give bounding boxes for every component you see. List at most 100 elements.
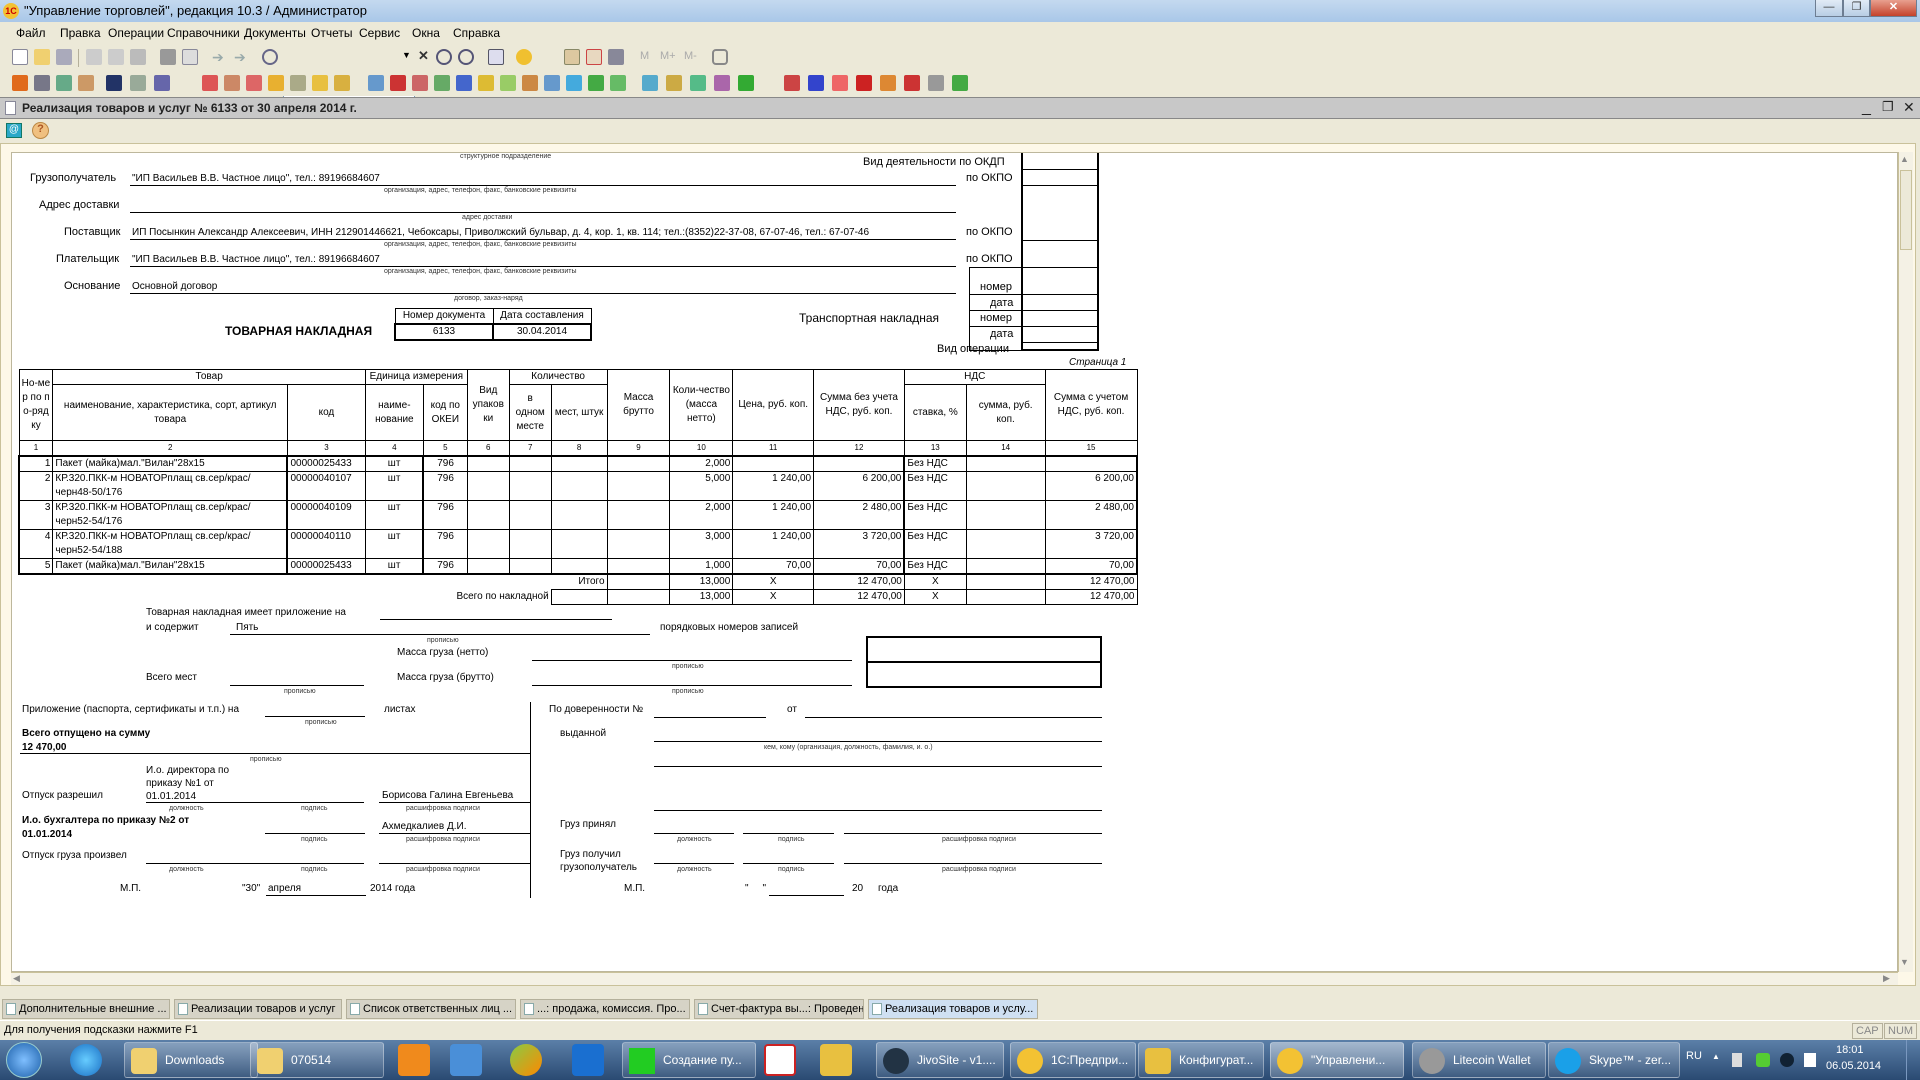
network-icon[interactable] xyxy=(1732,1053,1742,1067)
mail-at-icon[interactable] xyxy=(572,1044,604,1076)
calendar-icon[interactable] xyxy=(586,49,602,65)
yandex-icon[interactable] xyxy=(764,1044,796,1076)
print-preview-icon[interactable] xyxy=(182,49,198,65)
doc-money-icon[interactable] xyxy=(500,75,516,91)
user-lock-icon[interactable] xyxy=(608,49,624,65)
ie-icon[interactable] xyxy=(70,1044,102,1076)
sum-user3-icon[interactable] xyxy=(832,75,848,91)
taskbar-downloads[interactable]: Downloads xyxy=(124,1042,258,1078)
menu-windows[interactable]: Окна xyxy=(412,26,440,40)
coins3-icon[interactable] xyxy=(334,75,350,91)
buyer-icon[interactable] xyxy=(202,75,218,91)
sum-list-icon[interactable] xyxy=(928,75,944,91)
taskbar-jivosite[interactable]: JivoSite - v1.... xyxy=(876,1042,1004,1078)
memory-mplus-button[interactable]: M+ xyxy=(660,50,676,62)
doc-move-icon[interactable] xyxy=(434,75,450,91)
coins-check-icon[interactable] xyxy=(610,75,626,91)
info-icon[interactable] xyxy=(516,49,532,65)
sum-flag3-icon[interactable] xyxy=(904,75,920,91)
scroll-right-arrow[interactable]: ▶ xyxy=(1883,973,1890,984)
language-indicator[interactable]: RU xyxy=(1686,1050,1702,1062)
doc-transfer-icon[interactable] xyxy=(522,75,538,91)
find-prev-icon[interactable] xyxy=(458,49,474,65)
menu-reports[interactable]: Отчеты xyxy=(311,26,352,40)
printer-doc3-icon[interactable] xyxy=(78,75,94,91)
memory-mminus-button[interactable]: M- xyxy=(684,50,697,62)
doc-move2-icon[interactable] xyxy=(456,75,472,91)
sum-flag2-icon[interactable] xyxy=(880,75,896,91)
menu-documents[interactable]: Документы xyxy=(244,26,306,40)
window-tab[interactable]: Дополнительные внешние ... xyxy=(2,999,170,1019)
save-icon[interactable] xyxy=(56,49,72,65)
app-leaf-icon[interactable] xyxy=(510,1044,542,1076)
cut-icon[interactable] xyxy=(86,49,102,65)
coins-icon[interactable] xyxy=(268,75,284,91)
taskbar-app[interactable]: Создание пу... xyxy=(622,1042,756,1078)
structure-icon[interactable] xyxy=(738,75,754,91)
odnoklassniki-icon[interactable] xyxy=(398,1044,430,1076)
window-tab[interactable]: Список ответственных лиц ... xyxy=(346,999,516,1019)
doc-user-icon[interactable] xyxy=(714,75,730,91)
action-center-flag-icon[interactable] xyxy=(1804,1053,1816,1067)
doc-coins2-icon[interactable] xyxy=(666,75,682,91)
cabinet-icon[interactable] xyxy=(12,75,28,91)
find-next-icon[interactable] xyxy=(436,49,452,65)
scroll-left-arrow[interactable]: ◀ xyxy=(13,973,20,984)
help-icon[interactable]: ? xyxy=(32,122,49,139)
new-document-icon[interactable] xyxy=(12,49,28,65)
windows-icon[interactable] xyxy=(488,49,504,65)
memory-m-button[interactable]: M xyxy=(640,50,649,62)
sum-flag-icon[interactable] xyxy=(856,75,872,91)
sum-user2-icon[interactable] xyxy=(808,75,824,91)
warehouse-icon[interactable] xyxy=(290,75,306,91)
paste-icon[interactable] xyxy=(130,49,146,65)
menu-file[interactable]: Файл xyxy=(16,26,46,40)
doc-close-button[interactable]: ✕ xyxy=(1903,99,1915,116)
taskbar-trade-management[interactable]: "Управлени... xyxy=(1270,1042,1404,1078)
tray-jivo-icon[interactable] xyxy=(1780,1053,1794,1067)
doc-percent-icon[interactable] xyxy=(690,75,706,91)
menu-operations[interactable]: Операции xyxy=(108,26,164,40)
taskbar-folder[interactable]: 070514 xyxy=(250,1042,384,1078)
copy-icon[interactable] xyxy=(108,49,124,65)
scroll-down-arrow[interactable]: ▼ xyxy=(1900,957,1909,967)
buyer2-icon[interactable] xyxy=(224,75,240,91)
menu-service[interactable]: Сервис xyxy=(359,26,400,40)
sum-check-icon[interactable] xyxy=(952,75,968,91)
add-coins-icon[interactable] xyxy=(588,75,604,91)
tray-expand-icon[interactable]: ▲ xyxy=(1712,1052,1720,1061)
taskbar-1c-enterprise[interactable]: 1С:Предпри... xyxy=(1010,1042,1136,1078)
email-send-icon[interactable]: @ xyxy=(6,123,22,138)
print-icon[interactable] xyxy=(160,49,176,65)
show-desktop-button[interactable] xyxy=(1906,1040,1920,1080)
menu-catalogs[interactable]: Справочники xyxy=(167,26,240,40)
printer-doc-icon[interactable] xyxy=(34,75,50,91)
doc-basket2-icon[interactable] xyxy=(412,75,428,91)
doc-coins-icon[interactable] xyxy=(544,75,560,91)
doc-red-icon[interactable] xyxy=(390,75,406,91)
signature-icon[interactable] xyxy=(154,75,170,91)
coins2-icon[interactable] xyxy=(312,75,328,91)
menu-edit[interactable]: Правка xyxy=(60,26,101,40)
buyer3-icon[interactable] xyxy=(246,75,262,91)
cash-icon[interactable] xyxy=(130,75,146,91)
speaker-icon[interactable] xyxy=(450,1044,482,1076)
search-dropdown-icon[interactable]: ▼ xyxy=(402,50,418,66)
calculator-icon[interactable] xyxy=(564,49,580,65)
close-button[interactable]: ✕ xyxy=(1870,0,1917,17)
horizontal-scrollbar[interactable]: ◀ ▶ xyxy=(11,972,1898,985)
printer-doc2-icon[interactable] xyxy=(56,75,72,91)
sum-user-icon[interactable] xyxy=(784,75,800,91)
doc-basket-icon[interactable] xyxy=(368,75,384,91)
minimize-button[interactable]: — xyxy=(1815,0,1843,17)
taskbar-litecoin[interactable]: Litecoin Wallet xyxy=(1412,1042,1546,1078)
forward-arrow-icon[interactable]: ➔ xyxy=(234,49,250,65)
clock-time[interactable]: 18:01 xyxy=(1836,1044,1864,1056)
wrench-icon[interactable] xyxy=(712,49,728,65)
coins-stack-icon[interactable] xyxy=(478,75,494,91)
doc-refresh-icon[interactable] xyxy=(566,75,582,91)
doc-check-icon[interactable] xyxy=(642,75,658,91)
users-icon[interactable] xyxy=(106,75,122,91)
window-tab[interactable]: Счет-фактура вы...: Проведен xyxy=(694,999,864,1019)
clock-date[interactable]: 06.05.2014 xyxy=(1826,1060,1881,1072)
